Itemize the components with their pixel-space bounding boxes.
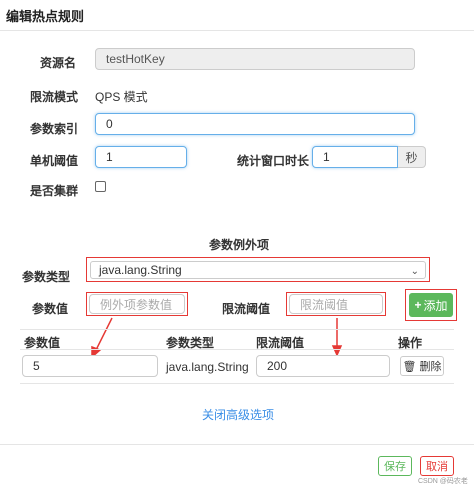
delete-button[interactable]: 🗑 删除	[400, 356, 444, 376]
row-value: 5	[33, 359, 40, 373]
delete-button-label: 删除	[419, 361, 442, 373]
arrow-head-limit	[331, 345, 343, 357]
row-type: java.lang.String	[166, 360, 249, 374]
row-limit: 200	[267, 359, 288, 373]
table-bottom-divider	[20, 383, 454, 384]
arrow-line-value	[95, 317, 113, 351]
table-header-divider	[20, 349, 454, 350]
row-limit-input[interactable]: 200	[256, 355, 390, 377]
row-value-input[interactable]: 5	[22, 355, 158, 377]
cancel-button[interactable]: 取消	[420, 456, 454, 476]
close-advanced-link[interactable]: 关闭高级选项	[202, 406, 274, 423]
trash-icon: 🗑	[402, 360, 417, 373]
table-top-divider	[20, 329, 454, 330]
save-button[interactable]: 保存	[378, 456, 412, 476]
footer-divider	[0, 444, 474, 445]
watermark: CSDN @码农老板	[418, 478, 468, 484]
